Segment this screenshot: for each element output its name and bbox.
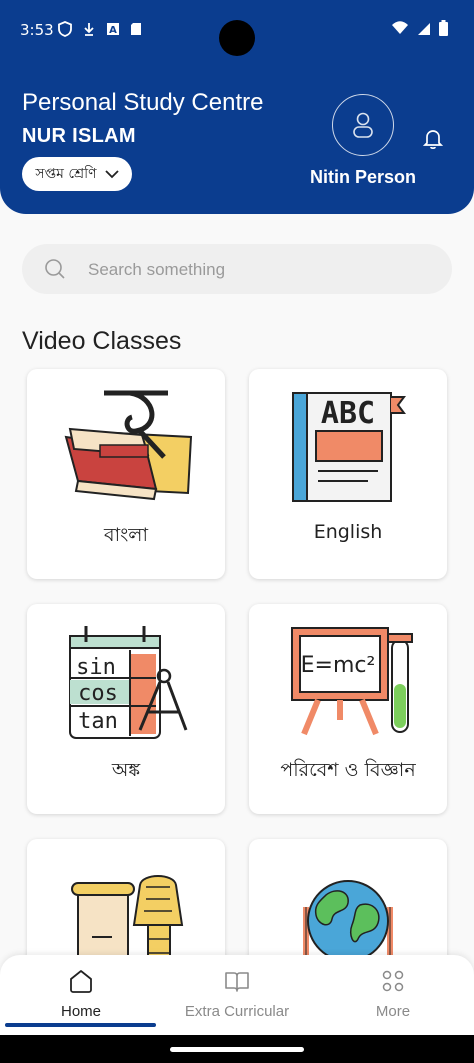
battery-icon [439,20,448,36]
home-indicator[interactable] [170,1047,304,1052]
user-name: Nitin Person [309,167,416,187]
subject-card-english[interactable]: ABC English [249,369,447,579]
page-title: Personal Study Centre [22,89,264,116]
status-notification-icons: A [58,21,142,37]
bangla-book-icon [64,390,193,501]
notification-button[interactable] [422,128,444,155]
wifi-icon [392,21,408,34]
app-header: 3:53 A Personal Study Centre NUR ISLAM স… [0,0,474,214]
bell-icon [422,130,444,149]
system-gesture-bar [0,1035,474,1063]
camera-cutout [219,20,255,56]
subject-card-science[interactable]: E=mc² পরিবেশ ও বিজ্ঞান [249,604,447,814]
nav-label: Extra Curricular [184,1003,290,1020]
signal-icon [418,23,430,35]
shield-icon [58,21,72,37]
svg-text:A: A [109,25,117,36]
subject-label: অঙ্ক [111,759,141,781]
chevron-down-icon [105,169,119,178]
subject-label: English [313,521,383,543]
abc-book-icon: ABC [292,392,406,502]
math-trig-icon: sin cos tan [69,626,188,739]
search-icon [45,259,65,279]
search-input[interactable] [86,256,430,284]
svg-text:sin: sin [76,655,116,680]
avatar[interactable] [332,94,394,156]
svg-text:tan: tan [78,709,118,734]
svg-text:ABC: ABC [321,396,375,431]
nav-label: Home [60,1003,101,1020]
download-icon [84,23,94,36]
section-title: Video Classes [22,327,182,355]
home-icon [70,970,92,993]
subject-card-bangla[interactable]: বাংলা [27,369,225,579]
subject-label: পরিবেশ ও বিজ্ঞান [280,759,416,781]
svg-text:E=mc²: E=mc² [301,653,376,678]
nav-label: More [375,1003,411,1020]
grid-dots-icon [382,970,404,992]
user-icon [353,112,373,138]
app-a-icon: A [107,23,119,36]
search-bar[interactable] [22,244,452,294]
class-dropdown[interactable]: সপ্তম শ্রেণি [22,157,132,191]
open-book-icon [225,972,249,992]
bottom-navigation: Home Extra Curricular More [0,955,474,1063]
science-board-icon: E=mc² [291,627,413,736]
class-dropdown-label: সপ্তম শ্রেণি [35,166,97,182]
status-time: 3:53 [20,21,54,39]
subject-label: বাংলা [104,524,148,546]
subject-card-math[interactable]: sin cos tan অঙ্ক [27,604,225,814]
svg-text:cos: cos [78,681,118,706]
active-tab-indicator [5,1023,156,1027]
status-system-icons [391,20,448,36]
centre-name: NUR ISLAM [22,125,136,147]
sd-card-icon [131,23,141,35]
